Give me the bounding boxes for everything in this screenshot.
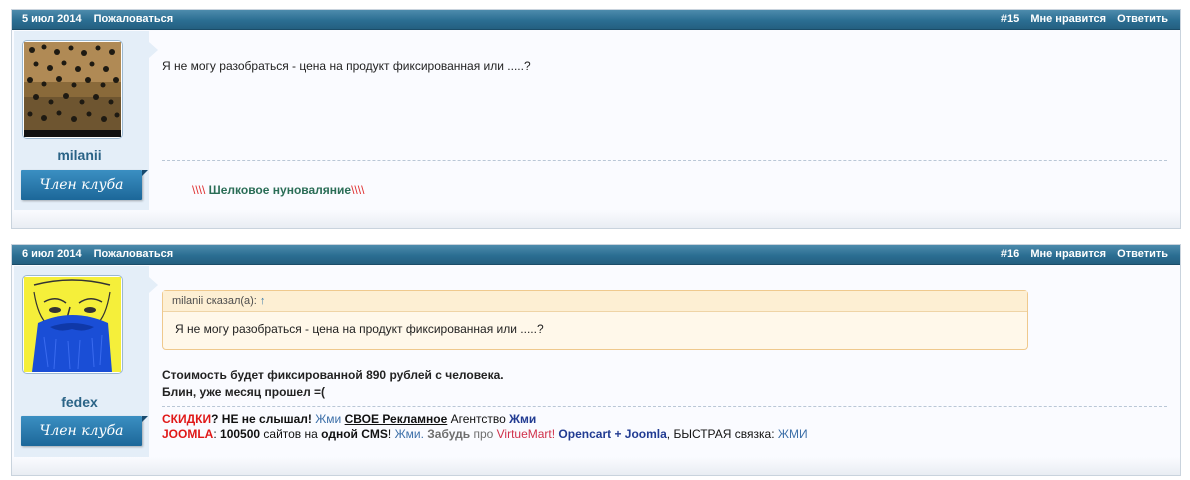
- sig-text: :: [213, 427, 221, 441]
- sig-click-link[interactable]: Жми: [312, 412, 341, 426]
- signature-prefix: \\\\: [192, 183, 206, 197]
- user-info: milanii Член клуба: [14, 31, 149, 228]
- post-message-line-2: Блин, уже месяц прошел =(: [162, 385, 326, 399]
- rank-label: Член клуба: [39, 177, 124, 193]
- sig-click-link[interactable]: Жми: [506, 412, 536, 426]
- quote-block: milanii сказал(а): ↑ Я не могу разобрать…: [162, 290, 1028, 350]
- report-link[interactable]: Пожаловаться: [94, 13, 174, 25]
- post-date: 5 июл 2014: [22, 13, 82, 25]
- username[interactable]: milanii: [14, 147, 145, 163]
- rank-notch: [142, 416, 148, 422]
- like-link[interactable]: Мне нравится: [1030, 248, 1106, 260]
- sig-text: !: [387, 427, 395, 441]
- post-header: 5 июл 2014 Пожаловаться #15 Мне нравится…: [12, 10, 1180, 30]
- post-footer: [12, 457, 1180, 475]
- rank-notch: [142, 170, 148, 176]
- post-message-line-1: Стоимость будет фиксированной 890 рублей…: [162, 368, 504, 382]
- avatar[interactable]: [22, 40, 123, 139]
- sig-text: Забудь: [423, 427, 471, 441]
- quote-author: milanii сказал(а):: [172, 295, 257, 307]
- signature-line-1: СКИДКИ? НЕ не слышал! Жми СВОЕ Рекламное…: [162, 412, 808, 427]
- post-number-link[interactable]: #16: [1001, 248, 1019, 260]
- signature: \\\\ Шелковое нуноваляние\\\\: [192, 183, 364, 197]
- bubble-pointer: [149, 42, 158, 58]
- post-date: 6 июл 2014: [22, 248, 82, 260]
- post-15: 5 июл 2014 Пожаловаться #15 Мне нравится…: [11, 9, 1181, 229]
- rank-badge: Член клуба: [21, 170, 148, 200]
- sig-click-link[interactable]: Жми.: [395, 427, 424, 441]
- sig-virtuemart-link[interactable]: VirtueMart!: [497, 427, 555, 441]
- sig-joomla-link[interactable]: JOOMLA: [162, 427, 213, 441]
- sig-text: сайтов на: [260, 427, 322, 441]
- quote-header: milanii сказал(а): ↑: [163, 291, 1027, 312]
- rank-badge: Член клуба: [21, 416, 148, 446]
- sig-text: одной CMS: [321, 427, 388, 441]
- user-info: fedex Член клуба: [14, 266, 149, 475]
- signature-divider: [162, 160, 1167, 161]
- username[interactable]: fedex: [14, 394, 145, 410]
- sig-discounts-link[interactable]: СКИДКИ: [162, 412, 211, 426]
- bubble-pointer: [149, 277, 158, 293]
- sig-text: ? НЕ не слышал!: [211, 412, 312, 426]
- report-link[interactable]: Пожаловаться: [94, 248, 174, 260]
- signature: СКИДКИ? НЕ не слышал! Жми СВОЕ Рекламное…: [162, 412, 808, 442]
- sig-click-link[interactable]: ЖМИ: [778, 427, 808, 441]
- reply-link[interactable]: Ответить: [1117, 13, 1168, 25]
- sig-text: про: [470, 427, 497, 441]
- signature-suffix: \\\\: [351, 183, 365, 197]
- like-link[interactable]: Мне нравится: [1030, 13, 1106, 25]
- sig-text: Агентство: [447, 412, 506, 426]
- signature-line-2: JOOMLA: 100500 сайтов на одной CMS! Жми.…: [162, 427, 808, 442]
- quote-text: Я не могу разобраться - цена на продукт …: [175, 322, 544, 336]
- rank-label: Член клуба: [39, 423, 124, 439]
- reply-link[interactable]: Ответить: [1117, 248, 1168, 260]
- sig-agency-link[interactable]: СВОЕ Рекламное: [345, 412, 448, 426]
- signature-link[interactable]: Шелковое нуноваляние: [205, 183, 351, 197]
- post-header: 6 июл 2014 Пожаловаться #16 Мне нравится…: [12, 245, 1180, 265]
- bearded-face-avatar-image: [24, 277, 121, 372]
- post-footer: [12, 210, 1180, 228]
- post-number-link[interactable]: #15: [1001, 13, 1019, 25]
- avatar[interactable]: [22, 275, 123, 374]
- post-message: Я не могу разобраться - цена на продукт …: [162, 59, 531, 73]
- sig-opencart-link[interactable]: Opencart + Joomla: [555, 427, 666, 441]
- post-16: 6 июл 2014 Пожаловаться #16 Мне нравится…: [11, 244, 1181, 476]
- leopard-avatar-image: [24, 42, 121, 137]
- sig-text: 100500: [220, 427, 261, 441]
- quote-jump-arrow-icon[interactable]: ↑: [260, 295, 266, 307]
- signature-divider: [162, 406, 1167, 407]
- sig-text: , БЫСТРАЯ связка:: [666, 427, 778, 441]
